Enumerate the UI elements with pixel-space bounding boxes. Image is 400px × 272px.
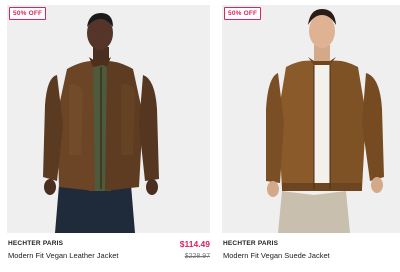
product-name-link[interactable]: Modern Fit Vegan Leather Jacket — [8, 251, 118, 260]
model-photo-suede-jacket — [266, 9, 384, 233]
product-card[interactable]: 50% OFF HECHTER PARIS Modern Fit Vegan S… — [222, 5, 400, 272]
product-card[interactable]: 50% OFF HECHTER PARIS Modern Fit Vegan L… — [7, 5, 210, 272]
product-image[interactable]: 50% OFF — [7, 5, 210, 233]
product-brand: HECHTER PARIS — [223, 240, 279, 247]
sale-price: $114.49 — [179, 239, 210, 249]
product-image[interactable]: 50% OFF — [222, 5, 400, 233]
discount-badge: 50% OFF — [9, 7, 47, 20]
model-photo-leather-jacket — [43, 13, 159, 233]
original-price: $228.97 — [184, 253, 210, 260]
product-brand: HECHTER PARIS — [8, 240, 64, 247]
discount-badge: 50% OFF — [224, 7, 262, 20]
product-name-link[interactable]: Modern Fit Vegan Suede Jacket — [223, 251, 330, 260]
product-grid: 50% OFF HECHTER PARIS Modern Fit Vegan L… — [0, 0, 400, 272]
